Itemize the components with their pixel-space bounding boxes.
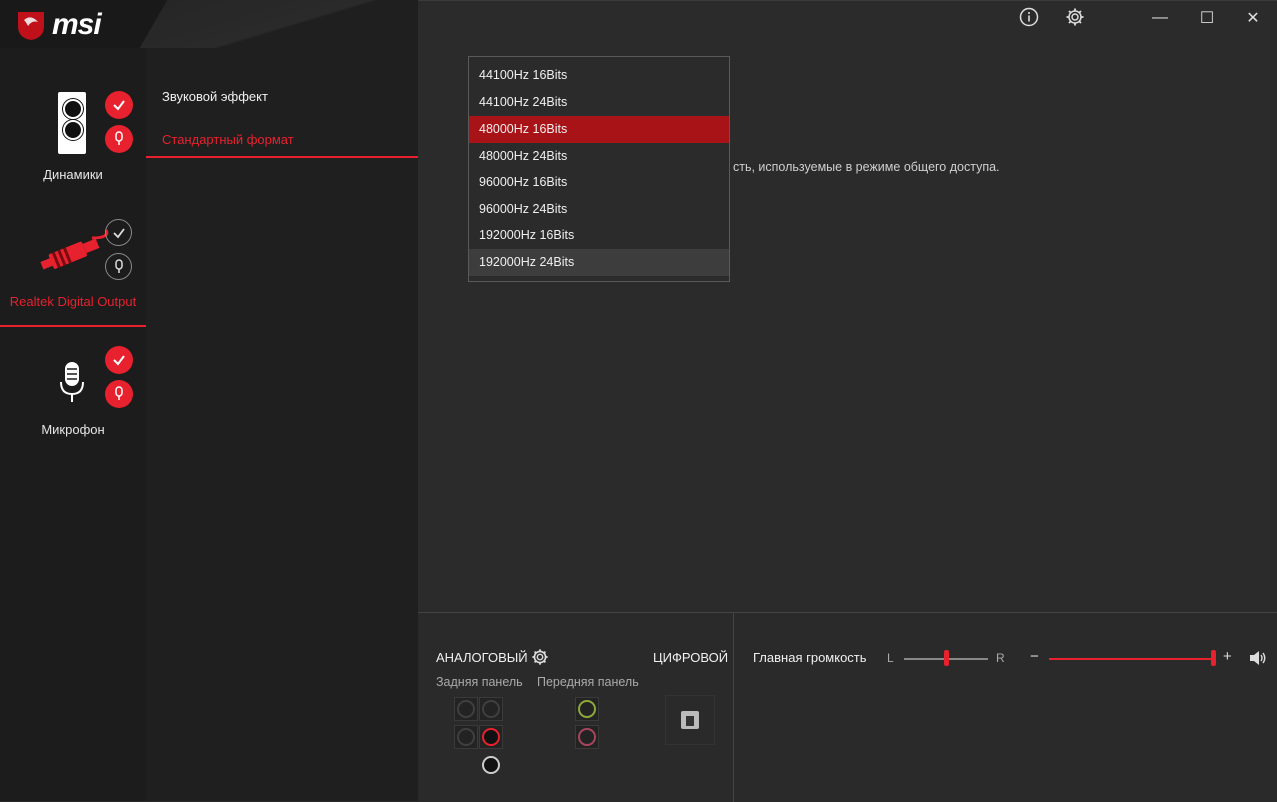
microphone-icon[interactable]	[58, 360, 86, 406]
format-option[interactable]: 192000Hz 16Bits	[469, 222, 729, 249]
front-jack-headphone[interactable]	[575, 697, 599, 721]
device-label-digital-output[interactable]: Realtek Digital Output	[0, 294, 146, 309]
rear-jack-active[interactable]	[479, 725, 503, 749]
balance-slider-thumb[interactable]	[944, 650, 949, 666]
format-option[interactable]: 48000Hz 24Bits	[469, 143, 729, 170]
default-device-check-icon[interactable]	[105, 91, 133, 119]
info-icon[interactable]	[1014, 5, 1044, 29]
digital-cable-icon[interactable]	[36, 220, 110, 278]
connector-settings-gear-icon[interactable]	[531, 648, 549, 666]
default-comm-mic-icon[interactable]	[105, 125, 133, 153]
minimize-button[interactable]: —	[1145, 6, 1175, 30]
msi-dragon-logo-icon	[18, 12, 44, 40]
gear-icon[interactable]	[1060, 5, 1090, 29]
rear-digital-jack[interactable]	[482, 756, 500, 774]
nav-item-default-format[interactable]: Стандартный формат	[162, 132, 294, 147]
volume-slider-fill	[1049, 658, 1215, 660]
master-volume-label: Главная громкость	[753, 650, 867, 665]
close-button[interactable]: ✕	[1238, 6, 1268, 30]
format-description: сть, используемые в режиме общего доступ…	[733, 160, 1000, 174]
volume-panel: Главная громкость L R − +	[734, 612, 1277, 802]
default-device-check-icon[interactable]	[105, 346, 133, 374]
balance-right-label: R	[996, 651, 1005, 665]
front-jack-mic[interactable]	[575, 725, 599, 749]
sample-rate-dropdown-list[interactable]: 44100Hz 16Bits 44100Hz 24Bits 48000Hz 16…	[468, 56, 730, 282]
rear-jack[interactable]	[454, 725, 478, 749]
default-comm-mic-icon[interactable]	[105, 253, 132, 280]
connector-panel: АНАЛОГОВЫЙ ЦИФРОВОЙ Задняя панель Передн…	[418, 612, 734, 802]
device-label-microphone[interactable]: Микрофон	[0, 422, 146, 437]
active-device-underline	[0, 325, 146, 327]
maximize-button[interactable]: ☐	[1192, 6, 1222, 30]
format-option[interactable]: 96000Hz 24Bits	[469, 196, 729, 223]
format-option[interactable]: 44100Hz 16Bits	[469, 62, 729, 89]
front-panel-label: Передняя панель	[537, 675, 639, 689]
analog-label: АНАЛОГОВЫЙ	[436, 650, 528, 665]
rear-panel-label: Задняя панель	[436, 675, 523, 689]
volume-decrease-button[interactable]: −	[1030, 648, 1039, 665]
speaker-icon[interactable]	[58, 92, 86, 154]
optical-port-icon[interactable]	[665, 695, 715, 745]
nav-active-underline	[146, 156, 418, 158]
rear-jack[interactable]	[454, 697, 478, 721]
rear-jack[interactable]	[479, 697, 503, 721]
speaker-volume-icon[interactable]	[1249, 650, 1267, 666]
format-option[interactable]: 44100Hz 24Bits	[469, 89, 729, 116]
brand-name: msi	[52, 8, 102, 41]
format-option-hovered[interactable]: 192000Hz 24Bits	[469, 249, 729, 276]
balance-left-label: L	[887, 651, 894, 665]
nav-item-sound-effect[interactable]: Звуковой эффект	[162, 89, 268, 104]
nav-column: Звуковой эффект Стандартный формат	[146, 48, 418, 801]
digital-label: ЦИФРОВОЙ	[653, 650, 729, 665]
device-label-speakers[interactable]: Динамики	[0, 167, 146, 182]
volume-increase-button[interactable]: +	[1223, 648, 1232, 665]
format-option-selected[interactable]: 48000Hz 16Bits	[469, 116, 729, 143]
default-device-check-icon[interactable]	[105, 219, 132, 246]
default-comm-mic-icon[interactable]	[105, 380, 133, 408]
format-option[interactable]: 96000Hz 16Bits	[469, 169, 729, 196]
logo-bar: msi	[0, 0, 418, 48]
volume-slider-thumb[interactable]	[1211, 650, 1216, 666]
